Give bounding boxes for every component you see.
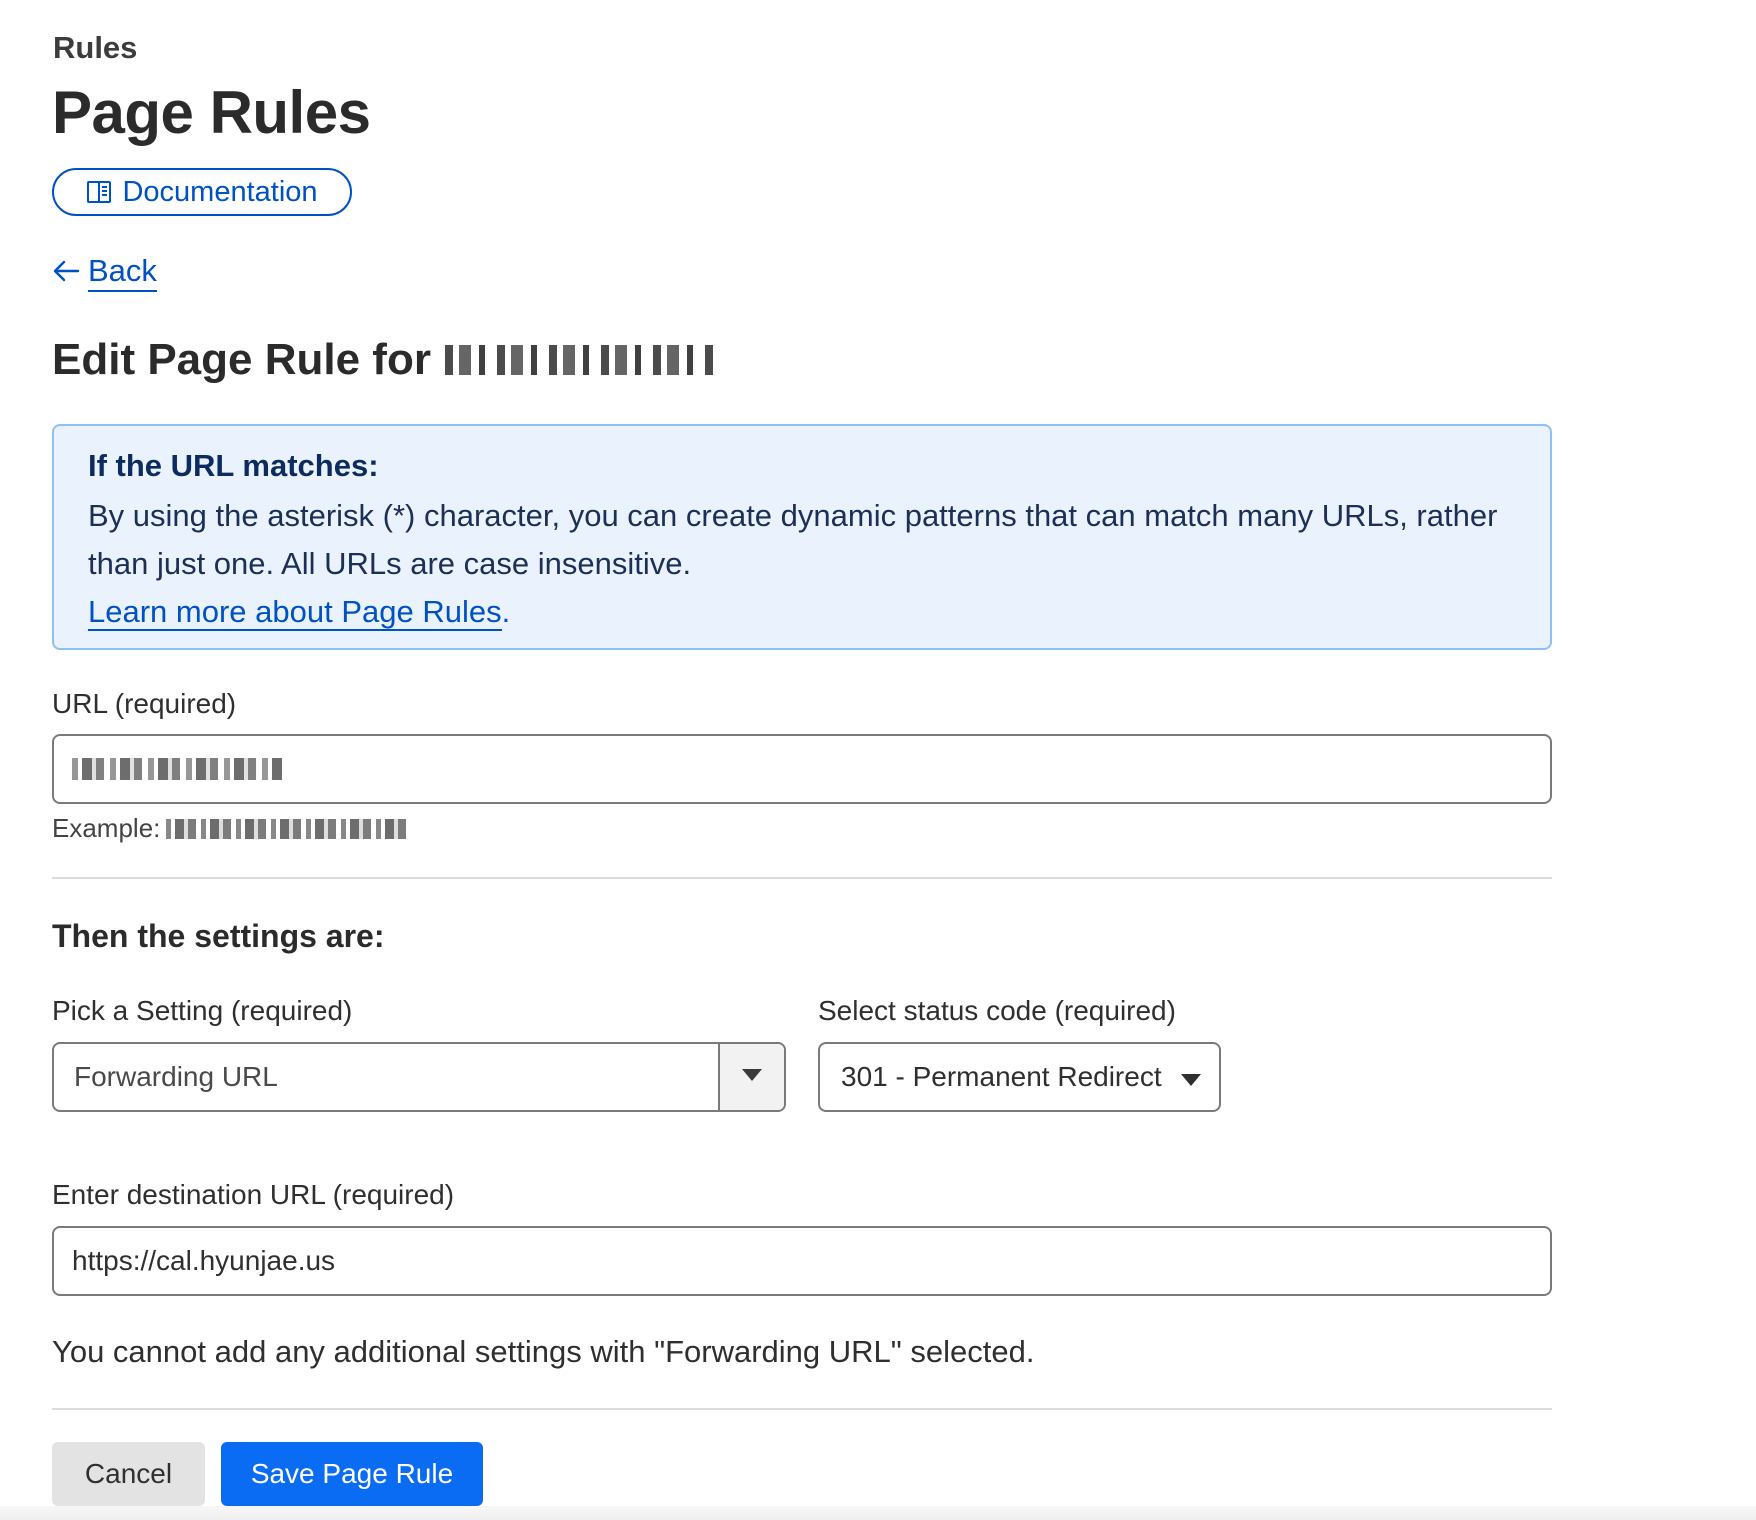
info-text: By using the asterisk (*) character, you…: [88, 498, 1498, 581]
documentation-label: Documentation: [122, 175, 318, 208]
url-field-label: URL (required): [52, 688, 237, 719]
pick-setting-label: Pick a Setting (required): [52, 995, 353, 1026]
learn-more-link[interactable]: Learn more about Page Rules: [88, 594, 502, 631]
destination-url-label: Enter destination URL (required): [52, 1179, 455, 1210]
cancel-button[interactable]: Cancel: [52, 1442, 205, 1506]
back-link[interactable]: Back: [52, 253, 157, 293]
example-prefix: Example:: [52, 813, 161, 843]
status-code-select[interactable]: 301 - Permanent Redirect: [818, 1042, 1221, 1112]
documentation-button[interactable]: Documentation: [52, 168, 352, 216]
divider: [52, 1408, 1552, 1410]
info-title: If the URL matches:: [88, 448, 379, 483]
link-suffix: .: [501, 594, 511, 629]
redacted-domain: [444, 345, 713, 375]
pick-setting-toggle[interactable]: [718, 1044, 784, 1110]
back-label: Back: [88, 253, 157, 293]
status-code-label: Select status code (required): [818, 995, 1176, 1026]
book-icon: [86, 180, 112, 204]
edit-heading: Edit Page Rule for: [52, 335, 713, 385]
destination-url-value: https://cal.hyunjae.us: [72, 1245, 336, 1276]
url-input[interactable]: [52, 734, 1552, 804]
redacted-url-value: [72, 758, 282, 780]
caret-down-icon: [742, 1068, 762, 1086]
forwarding-notice: You cannot add any additional settings w…: [52, 1334, 1035, 1369]
info-link-line: Learn more about Page Rules.: [88, 588, 1516, 636]
save-page-rule-button[interactable]: Save Page Rule: [221, 1442, 483, 1506]
pick-setting-select[interactable]: Forwarding URL: [52, 1042, 786, 1112]
pick-setting-value: Forwarding URL: [74, 1061, 278, 1092]
settings-heading: Then the settings are:: [52, 918, 385, 954]
redacted-example-value: [166, 818, 407, 839]
destination-url-input[interactable]: https://cal.hyunjae.us: [52, 1226, 1552, 1296]
arrow-left-icon: [52, 255, 80, 291]
status-code-value: 301 - Permanent Redirect: [841, 1061, 1162, 1092]
caret-down-icon: [1181, 1061, 1201, 1093]
bottom-edge: [0, 1506, 1756, 1520]
page-title: Page Rules: [52, 79, 371, 146]
url-example: Example:: [52, 813, 407, 844]
page-rules-editor: Rules Page Rules Documentation Back Edit…: [0, 0, 1756, 1520]
edit-heading-text: Edit Page Rule for: [52, 335, 431, 384]
divider: [52, 877, 1552, 879]
url-match-info-box: If the URL matches: By using the asteris…: [52, 424, 1552, 650]
section-label: Rules: [53, 30, 138, 65]
